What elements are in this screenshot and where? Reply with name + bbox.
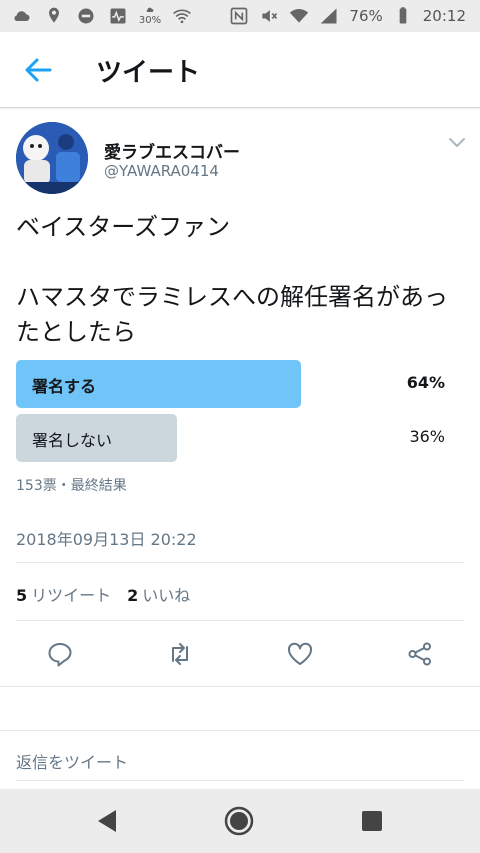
- tweet-actions: [0, 636, 480, 672]
- app-bar: ツイート: [0, 32, 480, 108]
- poll-option-label: 署名しない: [32, 431, 113, 450]
- mute-icon: [259, 6, 279, 26]
- avatar[interactable]: [16, 122, 88, 194]
- like-icon[interactable]: [282, 636, 318, 672]
- reply-compose-input[interactable]: 返信をツイート: [16, 749, 128, 773]
- location-icon: [44, 6, 64, 26]
- tweet-text: ベイスターズファン ハマスタでラミレスへの解任署名があっ たとしたら: [16, 210, 466, 350]
- poll-option: 署名しない 36%: [16, 414, 462, 462]
- tweet-stats: 5 リツイート 2 いいね: [16, 582, 190, 606]
- poll-option-percent: 64%: [406, 373, 445, 392]
- battery-percent: 76%: [349, 7, 383, 25]
- status-bar: 30% 76% 20:12: [0, 0, 480, 32]
- user-name[interactable]: 愛ラブエスコバー: [104, 138, 240, 163]
- wifi-signal-icon: [289, 6, 309, 26]
- page-title: ツイート: [96, 58, 201, 88]
- cloud-icon: [12, 6, 32, 26]
- like-stat-label: いいね: [142, 586, 191, 605]
- tweet-text-line: ベイスターズファン: [16, 213, 231, 241]
- system-nav-bar: [0, 789, 480, 853]
- arrow-left-icon[interactable]: [22, 54, 54, 86]
- nav-recents-icon[interactable]: [356, 805, 388, 837]
- retweet-stat[interactable]: 5 リツイート: [16, 582, 111, 606]
- divider: [16, 780, 464, 781]
- retweet-stat-label: リツイート: [31, 586, 112, 605]
- like-stat[interactable]: 2 いいね: [127, 582, 190, 606]
- cell-signal-icon: [319, 6, 339, 26]
- clock: 20:12: [422, 7, 466, 25]
- activity-icon: [108, 6, 128, 26]
- share-icon[interactable]: [402, 636, 438, 672]
- poll-option-percent: 36%: [409, 427, 445, 446]
- divider: [0, 686, 480, 687]
- poll-option-label: 署名する: [32, 377, 97, 396]
- wifi-icon: [172, 6, 192, 26]
- do-not-disturb-icon: [76, 6, 96, 26]
- poll-meta: 153票・最終結果: [16, 478, 127, 494]
- rain-cloud-icon: 30%: [138, 6, 162, 26]
- divider: [16, 562, 464, 563]
- chevron-down-icon[interactable]: [446, 134, 468, 150]
- nav-home-icon[interactable]: [223, 805, 255, 837]
- poll-option: 署名する 64%: [16, 360, 462, 408]
- user-handle[interactable]: @YAWARA0414: [104, 162, 219, 180]
- status-left: 30%: [12, 6, 192, 26]
- divider: [16, 620, 464, 621]
- tweet-text-line: ハマスタでラミレスへの解任署名があっ: [16, 283, 448, 311]
- tweet-text-line: たとしたら: [16, 318, 136, 346]
- battery-icon: [393, 6, 413, 26]
- like-count: 2: [127, 586, 139, 605]
- retweet-icon[interactable]: [162, 636, 198, 672]
- weather-percent: 30%: [138, 15, 162, 26]
- nav-back-icon[interactable]: [92, 805, 124, 837]
- tweet-timestamp: 2018年09月13日 20:22: [16, 530, 197, 549]
- reply-icon[interactable]: [42, 636, 78, 672]
- status-right: 76% 20:12: [229, 6, 466, 26]
- retweet-count: 5: [16, 586, 28, 605]
- divider: [0, 730, 480, 731]
- nfc-icon: [229, 6, 249, 26]
